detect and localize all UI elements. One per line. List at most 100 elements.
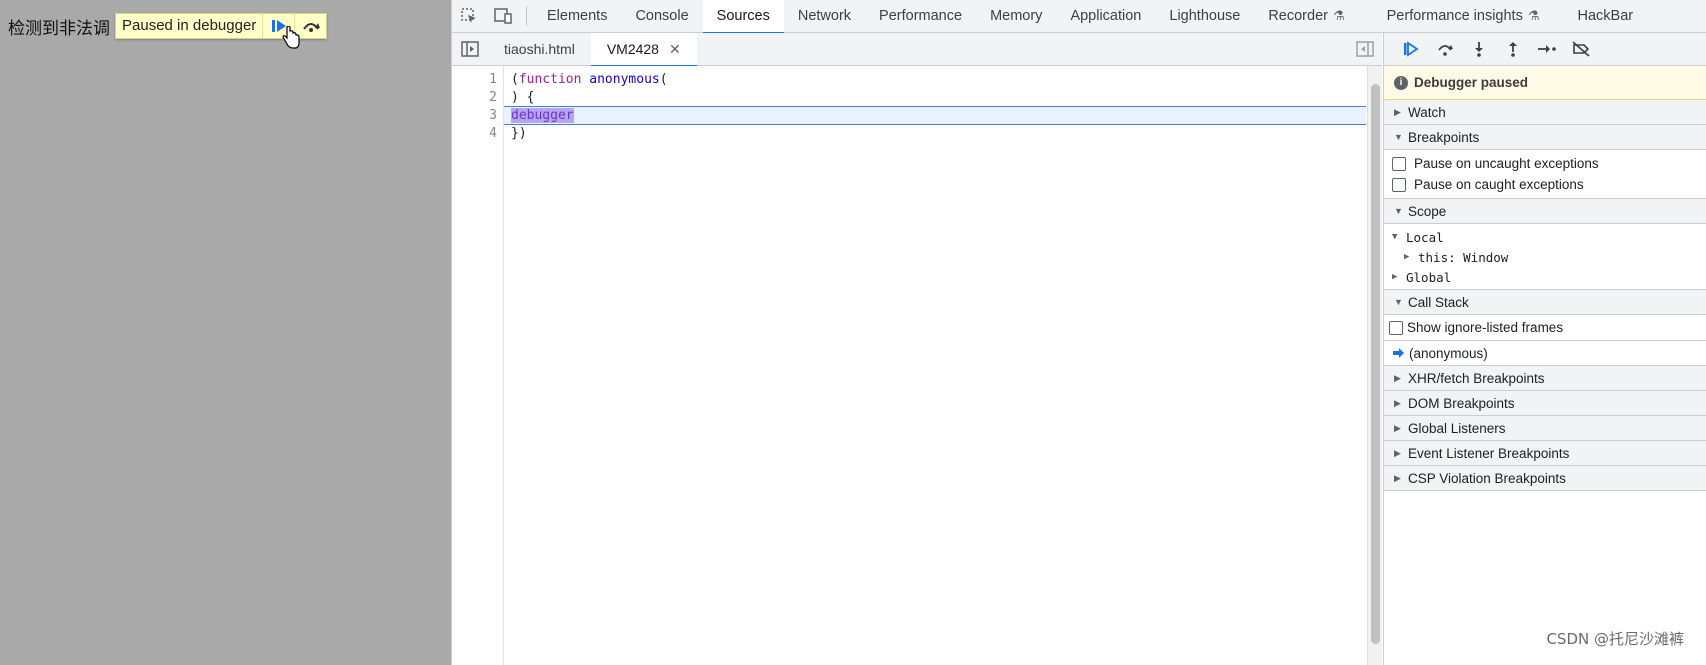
resume-icon	[1404, 41, 1419, 57]
triangle-right-icon: ▶	[1394, 447, 1401, 458]
tab-sources[interactable]: Sources	[702, 0, 785, 34]
device-toolbar-button[interactable]	[486, 0, 520, 33]
section-breakpoints[interactable]: ▼ Breakpoints	[1384, 125, 1706, 150]
line-number[interactable]: 4	[457, 125, 497, 143]
triangle-right-icon: ▶	[1394, 422, 1401, 433]
step-into-button[interactable]	[1462, 34, 1496, 64]
tab-console[interactable]: Console	[621, 0, 702, 33]
call-frame-anonymous[interactable]: (anonymous)	[1384, 341, 1706, 366]
current-frame-arrow-icon	[1393, 348, 1404, 358]
scope-this[interactable]: ▶ this: Window	[1392, 247, 1706, 267]
triangle-right-icon: ▶	[1394, 472, 1401, 483]
devtools-main-toolbar: Elements Console Sources Network Perform…	[452, 0, 1706, 34]
editor-tab-bar: tiaoshi.html VM2428 ✕	[452, 32, 1382, 67]
section-watch[interactable]: ▶ Watch	[1384, 100, 1706, 125]
inspected-page: 检测到非法调 Paused in debugger	[0, 0, 451, 665]
pause-caught-row[interactable]: Pause on caught exceptions	[1384, 174, 1706, 195]
triangle-down-icon: ▼	[1394, 206, 1403, 216]
triangle-right-icon: ▶	[1392, 272, 1398, 282]
paused-line-highlight	[504, 106, 1366, 125]
code-editor[interactable]: 1 2 3 4 (function anonymous( ) { debugge…	[452, 66, 1382, 665]
step-out-button[interactable]	[1496, 34, 1530, 64]
device-icon	[494, 8, 512, 24]
debugger-sidebar: i Debugger paused ▶ Watch ▼ Breakpoints …	[1383, 33, 1706, 665]
section-scope[interactable]: ▼ Scope	[1384, 199, 1706, 224]
tab-hackbar[interactable]: HackBar	[1563, 0, 1647, 33]
watermark: CSDN @托尼沙滩裤	[1546, 630, 1684, 648]
step-into-icon	[1475, 42, 1483, 57]
tab-performance[interactable]: Performance	[865, 0, 976, 33]
step-over-icon	[302, 23, 320, 32]
tab-memory[interactable]: Memory	[976, 0, 1056, 33]
tab-network[interactable]: Network	[784, 0, 865, 33]
debugger-toolbar	[1384, 33, 1706, 66]
file-tab-tiaoshi[interactable]: tiaoshi.html	[488, 33, 591, 66]
triangle-right-icon: ▶	[1394, 106, 1401, 117]
line-number-gutter[interactable]: 1 2 3 4	[452, 66, 504, 665]
step-button[interactable]	[1530, 34, 1564, 64]
tab-lighthouse[interactable]: Lighthouse	[1155, 0, 1254, 33]
info-icon: i	[1394, 75, 1408, 90]
file-tab-vm2428[interactable]: VM2428 ✕	[590, 32, 697, 67]
scope-global[interactable]: ▶ Global	[1392, 267, 1706, 287]
sidebar-toggle-icon	[461, 41, 479, 57]
tab-application[interactable]: Application	[1056, 0, 1155, 33]
toggle-debugger-button[interactable]	[1356, 41, 1374, 60]
sidebar-toggle-icon	[1356, 41, 1374, 57]
tab-elements[interactable]: Elements	[533, 0, 621, 33]
step-icon	[1538, 45, 1556, 53]
page-text: 检测到非法调	[8, 19, 110, 39]
triangle-down-icon: ▼	[1392, 232, 1398, 242]
pause-uncaught-row[interactable]: Pause on uncaught exceptions	[1384, 153, 1706, 174]
tab-performance-insights[interactable]: Performance insights ⚗	[1373, 0, 1554, 33]
line-number[interactable]: 2	[457, 89, 497, 107]
step-over-button[interactable]	[1428, 34, 1462, 64]
line-number[interactable]: 1	[457, 71, 497, 89]
section-call-stack[interactable]: ▼ Call Stack	[1384, 290, 1706, 315]
pause-caught-checkbox[interactable]	[1392, 177, 1406, 192]
tab-recorder[interactable]: Recorder ⚗	[1254, 0, 1358, 33]
section-global-listeners[interactable]: ▶ Global Listeners	[1384, 416, 1706, 441]
debugger-statement: debugger	[511, 108, 574, 123]
resume-script-button[interactable]	[1394, 34, 1428, 64]
toggle-navigator-button[interactable]	[452, 33, 488, 66]
vertical-scrollbar[interactable]	[1367, 66, 1382, 665]
scrollbar-thumb[interactable]	[1371, 84, 1380, 644]
flask-icon: ⚗	[1527, 8, 1540, 23]
code-line: debugger	[511, 107, 574, 125]
scope-content: ▼ Local ▶ this: Window ▶ Global	[1384, 224, 1706, 290]
deactivate-breakpoints-icon	[1572, 41, 1590, 57]
triangle-right-icon: ▶	[1404, 252, 1410, 262]
deactivate-breakpoints-button[interactable]	[1564, 34, 1598, 64]
hand-cursor-icon	[282, 26, 300, 49]
triangle-right-icon: ▶	[1394, 372, 1401, 383]
debugger-paused-banner: i Debugger paused	[1384, 66, 1706, 100]
step-over-icon	[1438, 45, 1453, 56]
devtools-panel: Elements Console Sources Network Perform…	[451, 0, 1706, 665]
code-line-2-text: ) {	[511, 90, 535, 105]
section-dom-breakpoints[interactable]: ▶ DOM Breakpoints	[1384, 391, 1706, 416]
show-ignore-listed-row[interactable]: Show ignore-listed frames	[1384, 315, 1706, 341]
inspect-icon	[461, 8, 476, 23]
scope-local[interactable]: ▼ Local	[1392, 227, 1706, 247]
step-out-icon	[1509, 42, 1517, 57]
toolbar-divider	[526, 6, 527, 26]
close-icon[interactable]: ✕	[669, 41, 681, 58]
line-number[interactable]: 3	[457, 107, 497, 125]
flask-icon: ⚗	[1332, 8, 1345, 23]
show-ignore-listed-checkbox[interactable]	[1389, 320, 1403, 335]
code-line: ) {	[511, 89, 534, 107]
section-event-listener-breakpoints[interactable]: ▶ Event Listener Breakpoints	[1384, 441, 1706, 466]
paused-label: Paused in debugger	[122, 17, 257, 34]
triangle-down-icon: ▼	[1394, 297, 1403, 307]
breakpoints-content: Pause on uncaught exceptions Pause on ca…	[1384, 150, 1706, 199]
code-line-4-text: })	[511, 126, 527, 141]
triangle-down-icon: ▼	[1394, 132, 1403, 142]
pause-uncaught-checkbox[interactable]	[1392, 156, 1406, 171]
section-xhr-breakpoints[interactable]: ▶ XHR/fetch Breakpoints	[1384, 366, 1706, 391]
triangle-right-icon: ▶	[1394, 397, 1401, 408]
code-line-1-text: (function anonymous(	[511, 72, 668, 87]
inspect-element-button[interactable]	[452, 0, 486, 33]
section-csp-violation-breakpoints[interactable]: ▶ CSP Violation Breakpoints	[1384, 466, 1706, 491]
code-line: (function anonymous(	[511, 71, 668, 89]
